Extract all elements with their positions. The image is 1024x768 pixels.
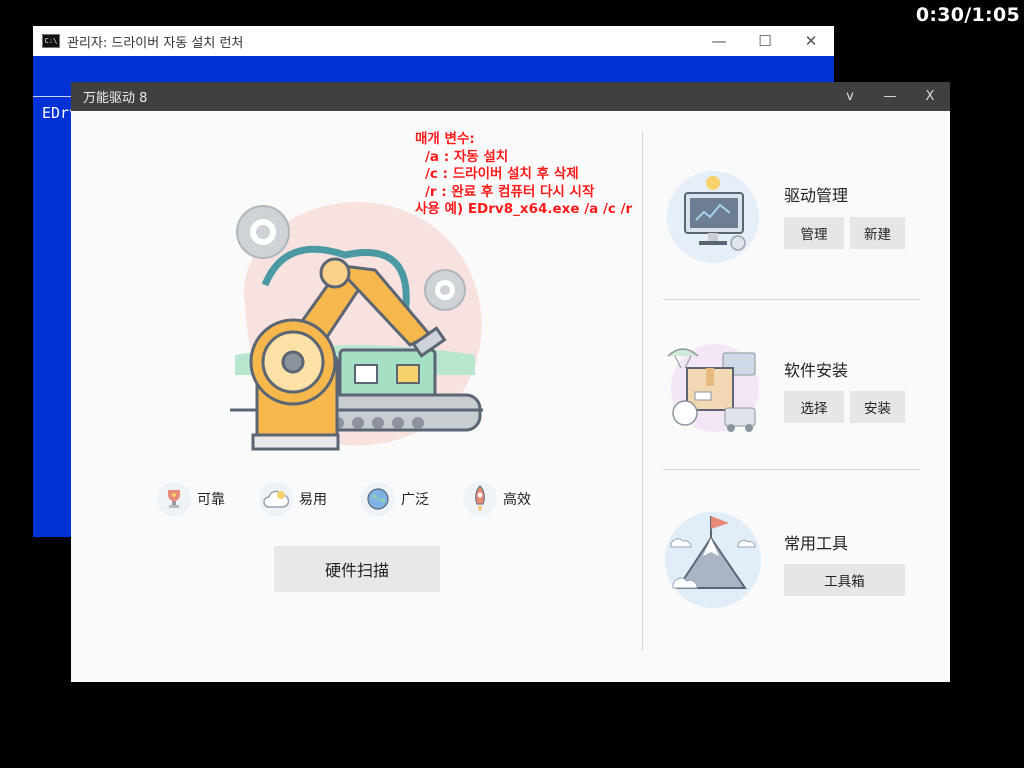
cmd-title: 관리자: 드라이버 자동 설치 런처	[67, 35, 244, 51]
robot-arm-illustration	[230, 202, 483, 451]
menu-dropdown-button[interactable]: v	[830, 89, 870, 104]
package-illustration	[667, 344, 759, 432]
cmd-separator	[33, 96, 73, 97]
horizontal-divider	[663, 299, 920, 300]
new-button[interactable]: 新建	[850, 217, 905, 249]
vertical-divider	[642, 131, 643, 651]
feature-broad: 广泛	[361, 482, 429, 516]
feature-label: 易用	[299, 492, 327, 508]
app-titlebar[interactable]: 万能驱动 8 v — X	[71, 82, 950, 111]
parameter-note: 매개 변수: /a : 자동 설치 /c : 드라이버 설치 후 삭제 /r :…	[415, 131, 632, 219]
minimize-button[interactable]: —	[696, 32, 742, 50]
cloud-icon	[259, 482, 293, 516]
section-title-tools: 常用工具	[784, 534, 849, 553]
hardware-scan-button[interactable]: 硬件扫描	[274, 546, 440, 592]
feature-label: 可靠	[197, 492, 225, 508]
close-button[interactable]: ✕	[788, 32, 834, 50]
manage-button[interactable]: 管理	[784, 217, 844, 249]
video-timer: 0:30/1:05	[915, 4, 1020, 26]
trophy-icon	[157, 482, 191, 516]
note-line: 매개 변수:	[415, 131, 475, 147]
rocket-icon	[463, 482, 497, 516]
monitor-illustration	[667, 171, 759, 263]
globe-icon	[361, 482, 395, 516]
toolbox-button[interactable]: 工具箱	[784, 564, 905, 596]
note-line: 사용 예) EDrv8_x64.exe /a /c /r	[415, 201, 633, 217]
cmd-titlebar[interactable]: C:\ 관리자: 드라이버 자동 설치 런처 — ☐ ✕	[33, 26, 834, 56]
select-button[interactable]: 选择	[784, 391, 844, 423]
note-line: /r : 완료 후 컴퓨터 다시 시작	[425, 183, 595, 200]
cmd-icon: C:\	[42, 34, 60, 48]
install-button[interactable]: 安装	[850, 391, 905, 423]
section-title-software: 软件安装	[784, 361, 849, 380]
section-title-driver: 驱动管理	[784, 186, 849, 205]
feature-label: 广泛	[401, 492, 429, 508]
app-title: 万能驱动 8	[83, 91, 148, 106]
close-button[interactable]: X	[910, 89, 950, 104]
feature-label: 高效	[503, 492, 531, 508]
maximize-button[interactable]: ☐	[742, 32, 788, 50]
horizontal-divider	[663, 469, 920, 470]
mountain-flag-illustration	[665, 512, 761, 608]
feature-easy: 易用	[259, 482, 327, 516]
feature-reliable: 可靠	[157, 482, 225, 516]
note-line: /c : 드라이버 설치 후 삭제	[425, 166, 579, 182]
feature-efficient: 高效	[463, 482, 531, 516]
note-line: /a : 자동 설치	[425, 148, 509, 165]
minimize-button[interactable]: —	[870, 89, 910, 104]
